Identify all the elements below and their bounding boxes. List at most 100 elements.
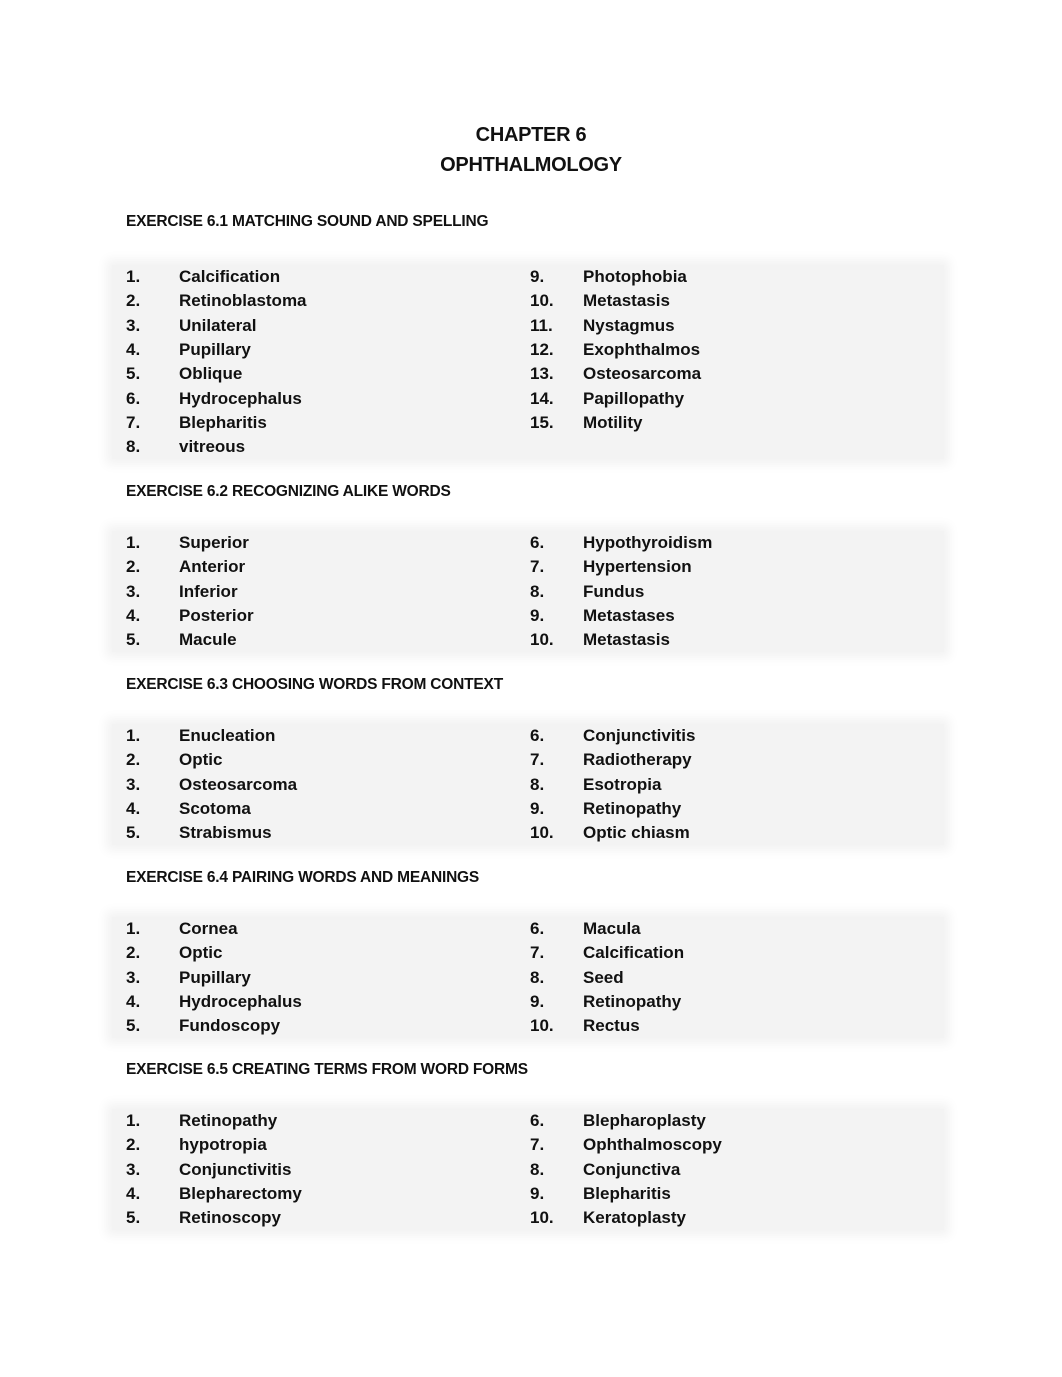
answer-number: 6. <box>530 919 545 939</box>
answer-row: 3. Unilateral <box>126 314 530 338</box>
answer-term: Motility <box>583 412 643 432</box>
answer-number: 5. <box>126 364 141 384</box>
answer-row: 14. Papillopathy <box>530 386 934 410</box>
answer-term: Hypothyroidism <box>583 533 713 553</box>
answer-row: 1. Calcification <box>126 265 530 289</box>
answer-term: Osteosarcoma <box>583 364 702 384</box>
answer-column-left: 1. Enucleation 2. Optic 3. Osteosarcoma 4. Scot… <box>126 724 530 845</box>
answer-number: 2. <box>126 943 141 963</box>
answer-term: Macule <box>179 630 237 650</box>
answer-term: Inferior <box>179 581 238 601</box>
chapter-subject: OPHTHALMOLOGY <box>440 154 622 176</box>
answer-row: 10. Metastasis <box>530 289 934 313</box>
answer-row: 13. Osteosarcoma <box>530 362 934 386</box>
answer-row: 1. Enucleation <box>126 724 530 748</box>
answer-row: 9. Retinopathy <box>530 990 934 1014</box>
answer-row: 10. Metastasis <box>530 628 934 652</box>
answer-column-right: 6. Blepharoplasty 7. Ophthalmoscopy 8. Conjun… <box>530 1109 934 1230</box>
answer-number: 5. <box>126 630 141 650</box>
answer-number: 2. <box>126 557 141 577</box>
answer-number: 10. <box>530 291 554 311</box>
answer-term: Hypertension <box>583 557 692 577</box>
answer-column-right: 6. Macula 7. Calcification 8. Seed 9. Retinopat… <box>530 917 934 1038</box>
answer-number: 8. <box>530 581 545 601</box>
answer-row: 3. Inferior <box>126 580 530 604</box>
answer-row: 4. Blepharectomy <box>126 1182 530 1206</box>
answer-term: Keratoplasty <box>583 1208 686 1228</box>
answer-row: 8. Seed <box>530 966 934 990</box>
answer-table: 1. Superior 2. Anterior 3. Inferior 4. Posterio… <box>112 531 944 653</box>
answer-term: Enucleation <box>179 726 276 746</box>
answer-number: 1. <box>126 267 141 287</box>
answer-term: Optic chiasm <box>583 823 690 843</box>
answer-number: 4. <box>126 1184 141 1204</box>
answer-term: Retinopathy <box>583 799 682 819</box>
exercise-heading: EXERCISE 6.5 CREATING TERMS FROM WORD FO… <box>126 1061 528 1078</box>
answer-row: 1. Cornea <box>126 917 530 941</box>
answer-row: 11. Nystagmus <box>530 314 934 338</box>
answer-row: 1. Retinopathy <box>126 1109 530 1133</box>
answer-number: 15. <box>530 412 554 432</box>
answer-term: Esotropia <box>583 774 662 794</box>
answer-number: 6. <box>530 533 545 553</box>
answer-number: 11. <box>530 315 553 335</box>
answer-term: Anterior <box>179 557 246 577</box>
answer-term: Retinoscopy <box>179 1208 282 1228</box>
answer-term: Pupillary <box>179 967 251 987</box>
answer-term: Retinoblastoma <box>179 291 307 311</box>
answer-term: Fundoscopy <box>179 1016 281 1036</box>
answer-number: 8. <box>530 774 545 794</box>
answer-row: 9. Metastases <box>530 604 934 628</box>
answer-row <box>530 435 934 459</box>
answer-number: 10. <box>530 1208 554 1228</box>
answer-row: 10. Keratoplasty <box>530 1206 934 1230</box>
chapter-title-block: CHAPTER 6 OPHTHALMOLOGY <box>0 120 1062 180</box>
answer-number: 14. <box>530 388 554 408</box>
answer-row: 4. Hydrocephalus <box>126 990 530 1014</box>
answer-number: 10. <box>530 630 554 650</box>
answer-number: 12. <box>530 340 554 360</box>
answer-term: Retinopathy <box>179 1111 278 1131</box>
exercise-heading: EXERCISE 6.2 RECOGNIZING ALIKE WORDS <box>126 483 451 500</box>
answer-row: 9. Blepharitis <box>530 1182 934 1206</box>
answer-number: 7. <box>530 750 545 770</box>
answer-table: 1. Retinopathy 2. hypotropia 3. Conjunctiviti… <box>112 1109 944 1231</box>
answer-term: Metastasis <box>583 630 670 650</box>
answer-table: 1. Enucleation 2. Optic 3. Osteosarcoma 4. Scot… <box>112 724 944 846</box>
answer-number: 3. <box>126 581 141 601</box>
answer-row: 2. Anterior <box>126 555 530 579</box>
answer-row: 15. Motility <box>530 411 934 435</box>
exercise-heading: EXERCISE 6.3 CHOOSING WORDS FROM CONTEXT <box>126 676 503 693</box>
answer-row: 8. Conjunctiva <box>530 1158 934 1182</box>
answer-term: Blepharoplasty <box>583 1111 706 1131</box>
answer-row: 7. Ophthalmoscopy <box>530 1133 934 1157</box>
answer-term: Posterior <box>179 606 254 626</box>
answer-term: Fundus <box>583 581 645 601</box>
answer-number: 8. <box>126 437 141 457</box>
answer-term: Rectus <box>583 1016 640 1036</box>
answer-row: 3. Osteosarcoma <box>126 773 530 797</box>
answer-row: 6. Conjunctivitis <box>530 724 934 748</box>
answer-row: 6. Blepharoplasty <box>530 1109 934 1133</box>
answer-row: 4. Scotoma <box>126 797 530 821</box>
answer-number: 1. <box>126 726 141 746</box>
answer-term: Photophobia <box>583 267 687 287</box>
answer-row: 8. Fundus <box>530 580 934 604</box>
answer-term: Conjunctiva <box>583 1159 681 1179</box>
answer-term: Calcification <box>179 267 281 287</box>
exercise-section: EXERCISE 6.5 CREATING TERMS FROM WORD FO… <box>112 1060 944 1231</box>
answer-term: Nystagmus <box>583 315 675 335</box>
answer-number: 6. <box>530 1111 545 1131</box>
answer-term: Optic <box>179 943 223 963</box>
answer-row: 1. Superior <box>126 531 530 555</box>
answer-term: Macula <box>583 919 641 939</box>
answer-number: 9. <box>530 606 545 626</box>
answer-term: Blepharectomy <box>179 1184 302 1204</box>
answer-number: 13. <box>530 364 554 384</box>
answer-row: 9. Photophobia <box>530 265 934 289</box>
answer-term: Scotoma <box>179 799 251 819</box>
answer-row: 2. Optic <box>126 941 530 965</box>
answer-number: 7. <box>530 557 545 577</box>
answer-column-left: 1. Calcification 2. Retinoblastoma 3. Unilate… <box>126 265 530 459</box>
answer-number: 3. <box>126 315 141 335</box>
